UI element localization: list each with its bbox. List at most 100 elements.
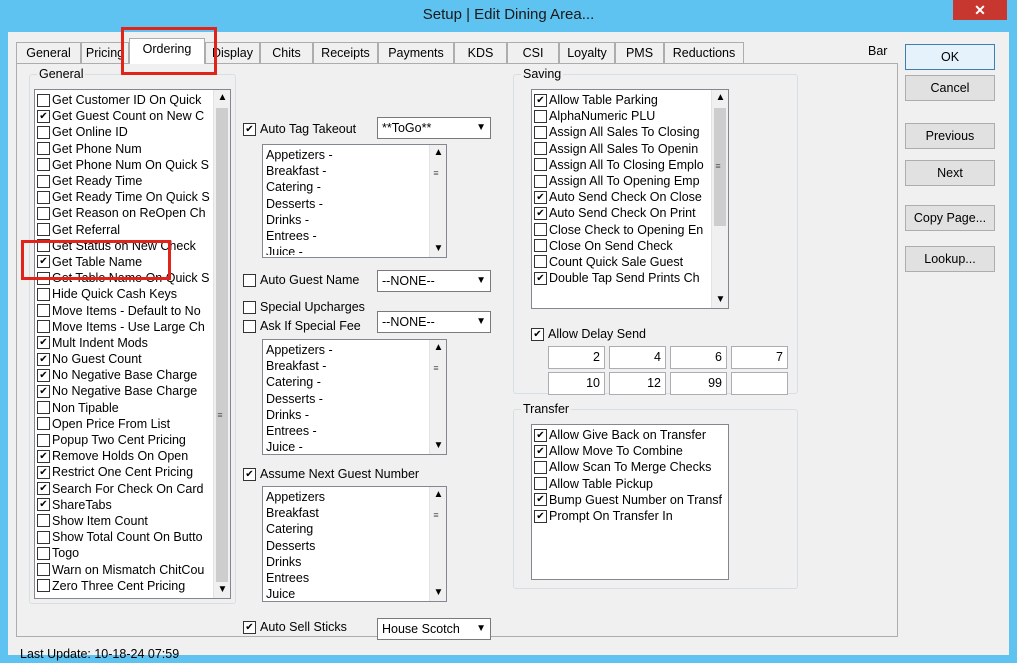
tab-csi[interactable]: CSI (507, 42, 559, 64)
list-item[interactable]: No Guest Count (37, 351, 212, 367)
list-item[interactable]: Appetizers - (265, 342, 428, 358)
checkbox[interactable] (37, 563, 50, 577)
ask-if-special-fee-box[interactable] (243, 319, 256, 333)
auto-guest-name-box[interactable] (243, 273, 256, 287)
list-item[interactable]: Get Phone Num (37, 141, 212, 157)
list-item[interactable]: Bump Guest Number on Transf (534, 492, 726, 508)
list-item[interactable]: Entrees - (265, 423, 428, 439)
list-item[interactable]: Entrees (265, 570, 428, 586)
checkbox[interactable] (534, 158, 547, 172)
list-item[interactable]: Breakfast (265, 505, 428, 521)
list-item[interactable]: Show Total Count On Butto (37, 529, 212, 545)
scroll-thumb[interactable] (216, 108, 228, 582)
checkbox[interactable] (37, 158, 50, 172)
list-item[interactable]: Assign All To Closing Emplo (534, 157, 710, 173)
checkbox[interactable] (534, 142, 547, 156)
checkbox[interactable] (534, 460, 547, 474)
assume-next-guest-box[interactable] (243, 467, 256, 481)
tab-pricing[interactable]: Pricing (81, 42, 129, 64)
list-item[interactable]: Desserts - (265, 196, 428, 212)
list-item[interactable]: Get Status on New Check (37, 238, 212, 254)
tab-general[interactable]: General (16, 42, 81, 64)
tab-pms[interactable]: PMS (615, 42, 664, 64)
allow-delay-send-box[interactable] (531, 327, 544, 341)
scroll-up-icon[interactable]: ▲ (712, 90, 728, 106)
list-item[interactable]: Catering (265, 521, 428, 537)
auto-guest-name-combo[interactable]: --NONE-- ▼ (377, 270, 491, 292)
auto-guest-name-checkbox[interactable]: Auto Guest Name (243, 273, 359, 287)
special-upcharges-checkbox[interactable]: Special Upcharges (243, 300, 365, 314)
scroll-up-icon[interactable]: ▲ (430, 487, 446, 503)
scroll-down-icon[interactable]: ▼ (430, 438, 446, 454)
list-item[interactable]: Move Items - Use Large Ch (37, 319, 212, 335)
tab-payments[interactable]: Payments (378, 42, 454, 64)
list-item[interactable]: No Negative Base Charge (37, 367, 212, 383)
scroll-up-icon[interactable]: ▲ (430, 340, 446, 356)
list-item[interactable]: Appetizers (265, 489, 428, 505)
checkbox[interactable] (534, 206, 547, 220)
list-item[interactable]: Close Check to Opening En (534, 222, 710, 238)
list-item[interactable]: Restrict One Cent Pricing (37, 464, 212, 480)
list-item[interactable]: No Negative Base Charge (37, 383, 212, 399)
delay-send-value-field[interactable] (731, 372, 788, 395)
title-bar[interactable]: Setup | Edit Dining Area... ✕ (0, 0, 1017, 32)
checkbox[interactable] (37, 174, 50, 188)
list-item[interactable]: Get Guest Count on New C (37, 108, 212, 124)
guest-number-category-list[interactable]: Appetizers Breakfast Catering Desserts Drink… (262, 486, 447, 602)
list-item[interactable]: Drinks - (265, 212, 428, 228)
list-item[interactable]: Assign All Sales To Closing (534, 124, 710, 140)
scroll-down-icon[interactable]: ▼ (712, 292, 728, 308)
list-item[interactable]: Desserts - (265, 391, 428, 407)
list-item[interactable]: Auto Send Check On Close (534, 189, 710, 205)
list-item[interactable]: Get Customer ID On Quick (37, 92, 212, 108)
list-item[interactable]: Juice (265, 586, 428, 599)
auto-tag-takeout-box[interactable] (243, 122, 256, 136)
checkbox[interactable] (534, 255, 547, 269)
tab-display[interactable]: Display (205, 42, 260, 64)
tab-ordering[interactable]: Ordering (129, 38, 205, 64)
checkbox[interactable] (534, 493, 547, 507)
list-item[interactable]: Juice - (265, 439, 428, 452)
list-item[interactable]: Get Online ID (37, 124, 212, 140)
transfer-options-list[interactable]: Allow Give Back on TransferAllow Move To… (531, 424, 729, 580)
saving-scrollbar[interactable]: ▲ ≡ ▼ (711, 90, 728, 308)
list-item[interactable]: Prompt On Transfer In (534, 508, 726, 524)
auto-tag-takeout-combo[interactable]: **ToGo** ▼ (377, 117, 491, 139)
list-item[interactable]: Non Tipable (37, 400, 212, 416)
checkbox[interactable] (534, 428, 547, 442)
scroll-down-icon[interactable]: ▼ (430, 241, 446, 257)
checkbox[interactable] (534, 444, 547, 458)
general-scrollbar[interactable]: ▲ ≡ ▼ (213, 90, 230, 598)
special-fee-category-list[interactable]: Appetizers - Breakfast - Catering - Dessert… (262, 339, 447, 455)
delay-send-value-field[interactable]: 7 (731, 346, 788, 369)
auto-sell-sticks-combo[interactable]: House Scotch ▼ (377, 618, 491, 640)
checkbox[interactable] (534, 223, 547, 237)
auto-sell-sticks-checkbox[interactable]: Auto Sell Sticks (243, 620, 347, 634)
next-button[interactable]: Next (905, 160, 995, 186)
checkbox[interactable] (37, 433, 50, 447)
list-item[interactable]: Juice - (265, 244, 428, 255)
checkbox[interactable] (37, 109, 50, 123)
list-item[interactable]: Entrees - (265, 228, 428, 244)
delay-send-value-field[interactable]: 6 (670, 346, 727, 369)
tab-receipts[interactable]: Receipts (313, 42, 378, 64)
list-item[interactable]: Hide Quick Cash Keys (37, 286, 212, 302)
list-item[interactable]: Get Ready Time (37, 173, 212, 189)
tab-kds[interactable]: KDS (454, 42, 507, 64)
list-item[interactable]: Togo (37, 545, 212, 561)
auto-sell-sticks-box[interactable] (243, 620, 256, 634)
list-item[interactable]: Auto Send Check On Print (534, 205, 710, 221)
chevron-down-icon[interactable]: ▼ (476, 312, 486, 332)
chevron-down-icon[interactable]: ▼ (476, 271, 486, 291)
ok-button[interactable]: OK (905, 44, 995, 70)
list-item[interactable]: Get Ready Time On Quick S (37, 189, 212, 205)
tab-chits[interactable]: Chits (260, 42, 313, 64)
list-item[interactable]: Allow Table Parking (534, 92, 710, 108)
list-item[interactable]: Allow Give Back on Transfer (534, 427, 726, 443)
list-item[interactable]: Catering - (265, 179, 428, 195)
guest-number-scrollbar[interactable]: ▲ ≡ ▼ (429, 487, 446, 601)
list-item[interactable]: Count Quick Sale Guest (534, 254, 710, 270)
checkbox[interactable] (37, 530, 50, 544)
list-item[interactable]: Mult Indent Mods (37, 335, 212, 351)
checkbox[interactable] (37, 142, 50, 156)
